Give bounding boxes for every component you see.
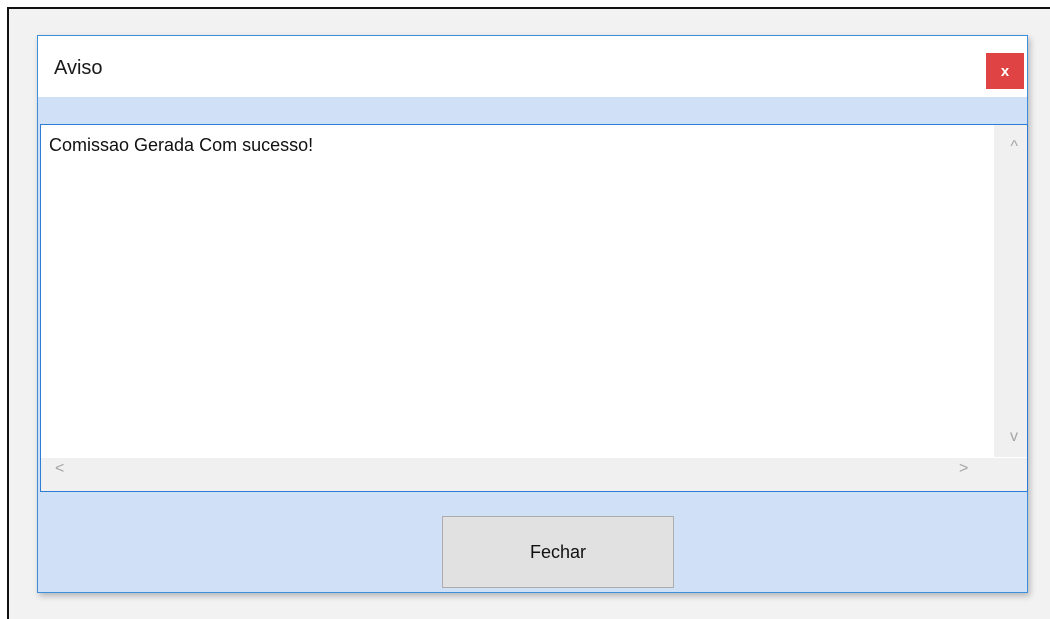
fechar-button-label: Fechar	[529, 541, 587, 562]
dialog-titlebar[interactable]: Aviso x	[38, 36, 1027, 97]
close-icon: x	[1000, 62, 1010, 80]
vertical-scrollbar[interactable]	[994, 125, 1027, 457]
dialog-header-band	[38, 97, 1027, 124]
message-textbox[interactable]: Comissao Gerada Com sucesso! ^ v < >	[40, 124, 1028, 492]
horizontal-scrollbar[interactable]	[41, 458, 994, 491]
scroll-right-icon[interactable]: >	[959, 461, 968, 477]
fechar-button[interactable]: Fechar	[442, 516, 674, 588]
scroll-left-icon[interactable]: <	[55, 461, 64, 477]
close-button[interactable]: x	[986, 53, 1024, 89]
aviso-dialog: Aviso x Comissao Gerada Com sucesso! ^ v…	[37, 35, 1028, 593]
scroll-down-icon[interactable]: v	[1010, 429, 1018, 445]
message-text: Comissao Gerada Com sucesso!	[49, 135, 314, 155]
scrollbar-corner	[994, 458, 1027, 491]
dialog-title: Aviso	[54, 57, 103, 79]
scroll-up-icon[interactable]: ^	[1010, 139, 1018, 155]
